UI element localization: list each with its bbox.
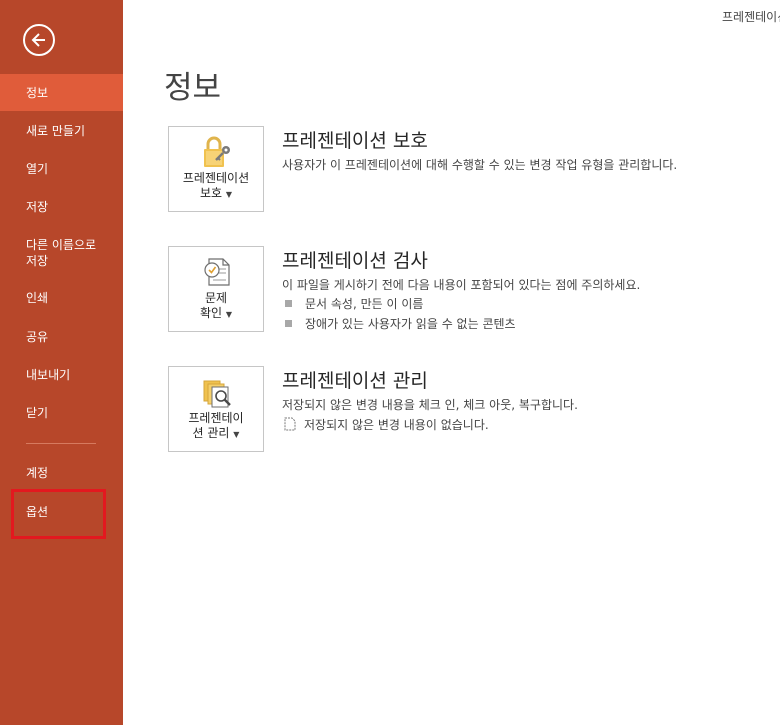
backstage-sidebar: 정보 새로 만들기 열기 저장 다른 이름으로 저장 인쇄 공유 내보내기 닫기… [0,0,123,725]
sidebar-item-label: 다른 이름으로 저장 [26,238,97,268]
manage-versions-icon [203,380,231,408]
sidebar-item-label: 공유 [26,330,49,344]
sidebar-item-share[interactable]: 공유 [0,329,123,345]
check-issues-button[interactable]: 문제 확인 ▼ [168,246,264,332]
list-item: 장애가 있는 사용자가 읽을 수 없는 콘텐츠 [285,315,516,332]
document-icon [284,417,296,431]
section-title: 프레젠테이션 검사 [282,250,428,272]
sidebar-item-info[interactable]: 정보 [0,74,123,111]
section-description: 사용자가 이 프레젠테이션에 대해 수행할 수 있는 변경 작업 유형을 관리합… [282,158,678,172]
sidebar-item-close[interactable]: 닫기 [0,405,123,421]
caret-down-icon: ▼ [233,430,240,439]
bullet-square-icon [285,320,292,327]
sidebar-item-export[interactable]: 내보내기 [0,367,123,383]
button-label-line2: 확인 ▼ [199,306,233,320]
button-label-line2: 보호 ▼ [199,186,233,200]
arrow-left-icon [31,33,45,47]
button-label-line1: 프레젠테이션 [182,171,250,185]
caret-down-icon: ▼ [225,310,233,319]
sidebar-item-account[interactable]: 계정 [0,465,123,481]
sidebar-item-save[interactable]: 저장 [0,199,123,215]
no-changes-note: 저장되지 않은 변경 내용이 없습니다. [284,416,489,433]
sidebar-item-label: 인쇄 [26,291,49,305]
back-button[interactable] [23,24,55,56]
button-label-line1: 문제 [204,291,228,305]
section-title: 프레젠테이션 관리 [282,370,428,392]
window-title: 프레젠테이션1 [722,10,780,24]
options-highlight-box [11,489,106,539]
sidebar-item-open[interactable]: 열기 [0,161,123,177]
list-item: 문서 속성, 만든 이 이름 [285,295,423,312]
sidebar-item-label: 새로 만들기 [26,124,86,138]
caret-down-icon: ▼ [225,190,233,199]
section-description: 이 파일을 게시하기 전에 다음 내용이 포함되어 있다는 점에 주의하세요. [282,278,641,292]
button-label-line2: 션 관리 ▼ [192,426,240,440]
sidebar-item-save-as[interactable]: 다른 이름으로 저장 [0,237,123,269]
sidebar-item-label: 정보 [26,86,49,100]
sidebar-item-print[interactable]: 인쇄 [0,290,123,306]
sidebar-item-label: 내보내기 [26,368,71,382]
inspect-document-icon [204,258,230,286]
button-label-line1: 프레젠테이 [188,411,244,425]
sidebar-item-label: 저장 [26,200,49,214]
section-title: 프레젠테이션 보호 [282,130,428,152]
sidebar-item-label: 계정 [26,466,49,480]
lock-key-icon [204,136,230,167]
section-description: 저장되지 않은 변경 내용을 체크 인, 체크 아웃, 복구합니다. [282,398,578,412]
sidebar-item-new[interactable]: 새로 만들기 [0,123,123,139]
manage-presentation-button[interactable]: 프레젠테이 션 관리 ▼ [168,366,264,452]
sidebar-item-label: 닫기 [26,406,49,420]
page-title: 정보 [164,70,222,106]
sidebar-item-label: 열기 [26,162,49,176]
bullet-square-icon [285,300,292,307]
protect-presentation-button[interactable]: 프레젠테이션 보호 ▼ [168,126,264,212]
sidebar-divider [26,443,96,444]
